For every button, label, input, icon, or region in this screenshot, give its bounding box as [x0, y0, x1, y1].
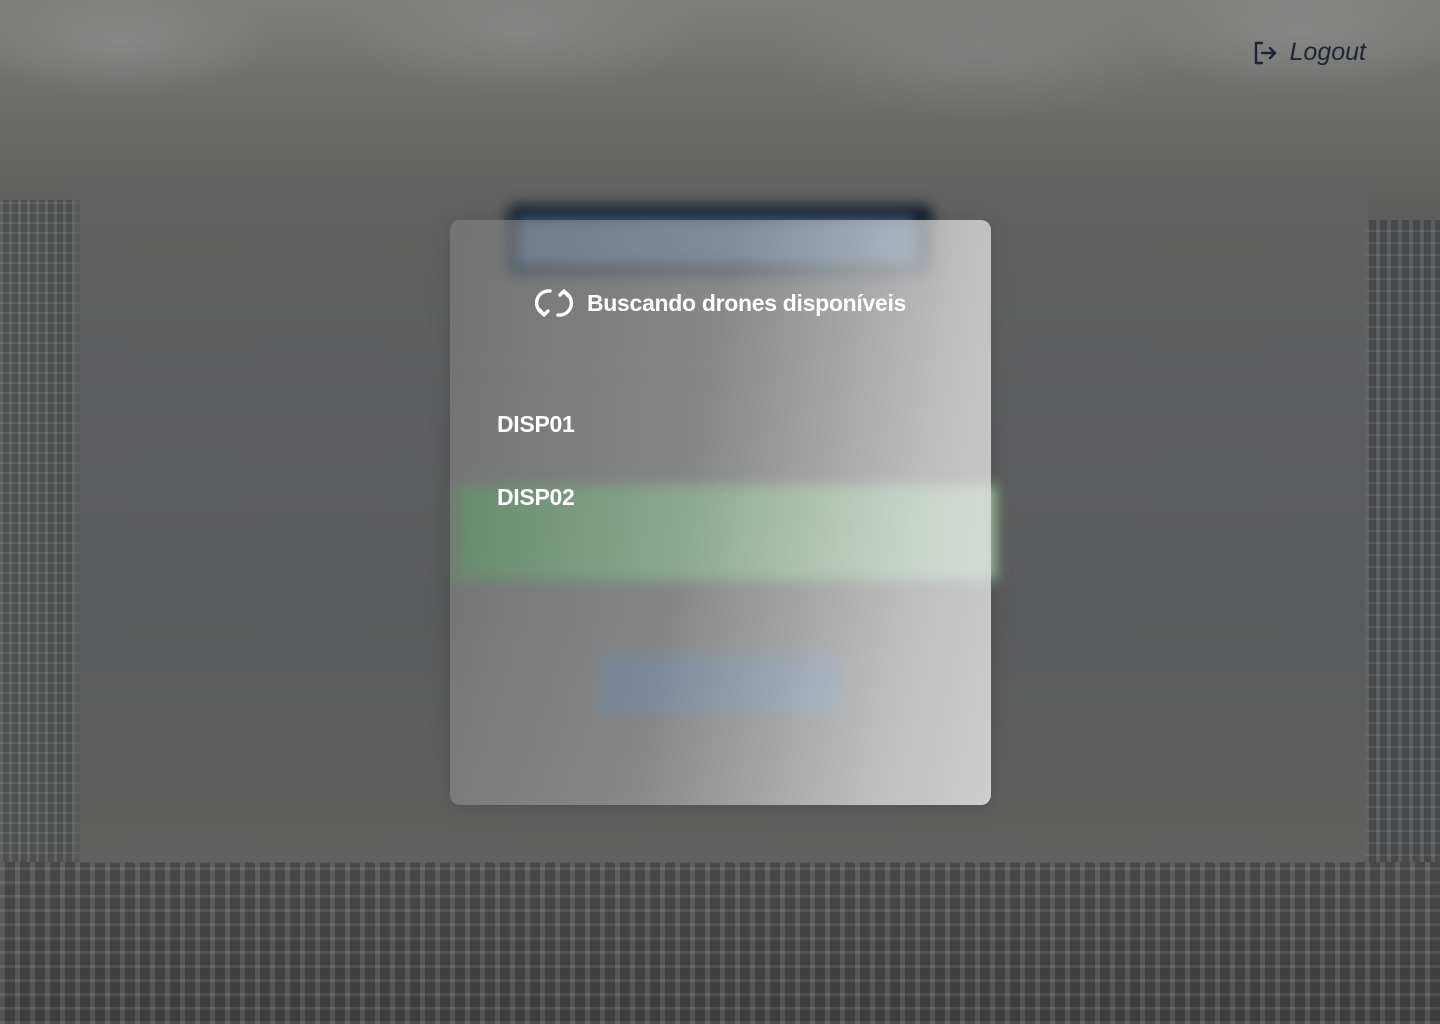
drone-item[interactable]: DISP02 — [497, 479, 575, 552]
drone-list: DISP01 DISP02 — [497, 406, 575, 552]
buildings-bottom — [0, 862, 1440, 1024]
logout-button[interactable]: Logout — [1252, 38, 1366, 67]
logout-icon — [1252, 40, 1278, 66]
drone-item[interactable]: DISP01 — [497, 406, 575, 479]
logout-label: Logout — [1289, 38, 1366, 66]
refresh-icon — [534, 284, 574, 322]
drone-search-modal: Buscando drones disponíveis DISP01 DISP0… — [450, 220, 991, 805]
modal-title: Buscando drones disponíveis — [450, 284, 991, 322]
modal-title-text: Buscando drones disponíveis — [586, 289, 907, 316]
